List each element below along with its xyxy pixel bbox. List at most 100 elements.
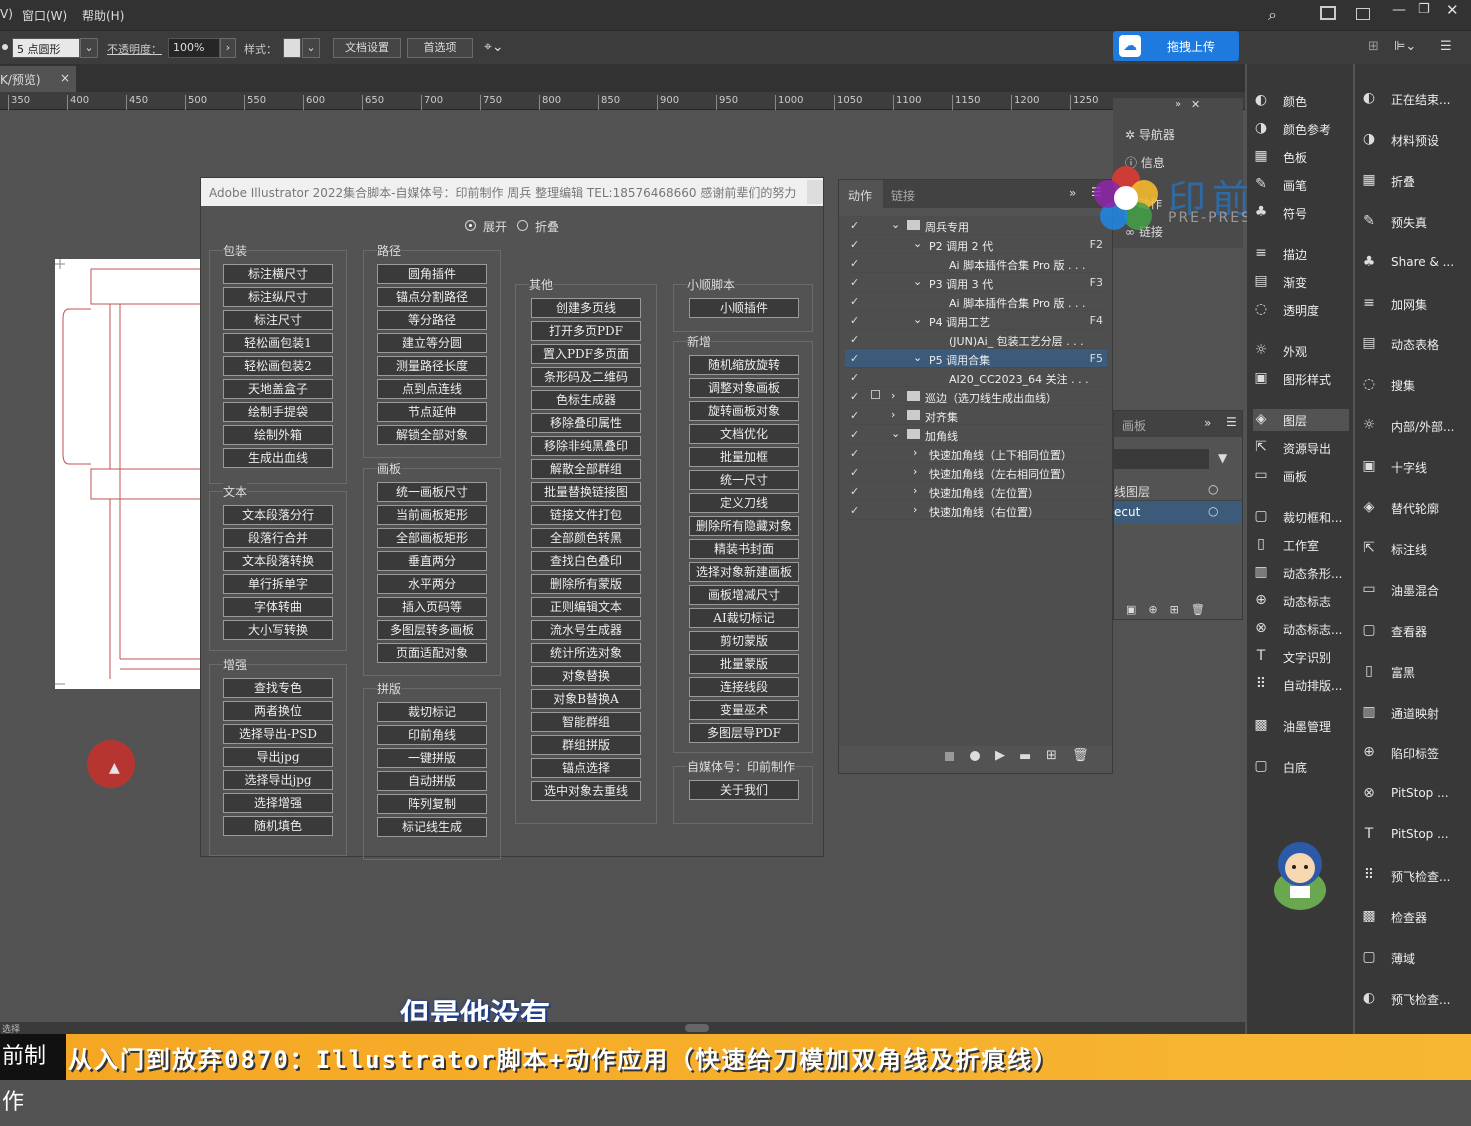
chevron-right-icon[interactable]: ›	[913, 503, 917, 516]
script-button[interactable]: 旋转画板对象	[689, 401, 799, 421]
tab-links[interactable]: 链接	[891, 187, 915, 204]
action-row[interactable]: ✓ › 快速加角线（左右相同位置）	[845, 463, 1107, 482]
script-button[interactable]: 建立等分圆	[377, 333, 487, 353]
action-row[interactable]: ✓ › 快速加角线（右位置）	[845, 501, 1107, 520]
check-icon[interactable]: ✓	[850, 276, 859, 289]
check-icon[interactable]: ✓	[850, 390, 859, 403]
check-icon[interactable]: ✓	[850, 314, 859, 327]
script-button[interactable]: 连接线段	[689, 677, 799, 697]
chevron-right-icon[interactable]: ›	[913, 465, 917, 478]
style-swatch[interactable]	[283, 38, 301, 58]
script-button[interactable]: 天地盖盒子	[223, 379, 333, 399]
script-button[interactable]: 轻松画包装2	[223, 356, 333, 376]
document-setup-button[interactable]: 文档设置	[333, 38, 401, 58]
action-row[interactable]: ✓ ⌄ 周兵专用	[845, 216, 1107, 235]
chevron-right-icon[interactable]: ›	[891, 389, 895, 402]
chevron-down-icon[interactable]: ⌄	[913, 275, 922, 288]
script-button[interactable]: 圆角插件	[377, 264, 487, 284]
new-action-icon[interactable]: ⊞	[1046, 748, 1057, 763]
script-button[interactable]: 移除叠印属性	[531, 413, 641, 433]
tab-document[interactable]: K/预览) ×	[0, 66, 76, 92]
action-row[interactable]: ✓ (JUN)Ai_ 包装工艺分层 . . .	[845, 330, 1107, 349]
script-button[interactable]: 插入页码等	[377, 597, 487, 617]
restore-icon[interactable]: ❐	[1418, 2, 1430, 17]
script-button[interactable]: 锚点分割路径	[377, 287, 487, 307]
script-button[interactable]: 大小写转换	[223, 620, 333, 640]
script-button[interactable]: 点到点连线	[377, 379, 487, 399]
mini-item-navigator[interactable]: ✲ 导航器	[1125, 126, 1175, 143]
script-button[interactable]: 节点延伸	[377, 402, 487, 422]
action-row[interactable]: ✓ Ai 脚本插件合集 Pro 版 . . .	[845, 292, 1107, 311]
chevron-down-icon[interactable]: ⌄	[913, 313, 922, 326]
transform-icon[interactable]: ⌖⌄	[484, 39, 504, 55]
script-button[interactable]: 剪切蒙版	[689, 631, 799, 651]
script-button[interactable]: 对象B替换A	[531, 689, 641, 709]
script-button[interactable]: 标记线生成	[377, 817, 487, 837]
preferences-button[interactable]: 首选项	[407, 38, 473, 58]
layer-row[interactable]: ecut ○	[1114, 501, 1242, 523]
minimize-icon[interactable]: —	[1392, 2, 1406, 18]
chevron-down-icon[interactable]: ⌄	[913, 237, 922, 250]
script-button[interactable]: 两者换位	[223, 701, 333, 721]
script-button[interactable]: 水平两分	[377, 574, 487, 594]
script-button[interactable]: 批量加框	[689, 447, 799, 467]
chevron-down-icon[interactable]: ⌄	[80, 38, 98, 58]
script-button[interactable]: 随机填色	[223, 816, 333, 836]
script-button[interactable]: 选择对象新建画板	[689, 562, 799, 582]
script-button[interactable]: 流水号生成器	[531, 620, 641, 640]
radio-fold[interactable]	[517, 220, 528, 231]
script-button[interactable]: 链接文件打包	[531, 505, 641, 525]
script-button[interactable]: 文档优化	[689, 424, 799, 444]
style-chevron-icon[interactable]: ⌄	[302, 38, 320, 58]
layers-search[interactable]	[1114, 449, 1209, 469]
script-button[interactable]: 页面适配对象	[377, 643, 487, 663]
script-button[interactable]: 创建多页线	[531, 298, 641, 318]
action-row[interactable]: ✓ › 巡边（选刀线生成出血线）	[845, 387, 1107, 406]
stop-icon[interactable]	[945, 752, 954, 761]
script-button[interactable]: 对象替换	[531, 666, 641, 686]
script-button[interactable]: 小顺插件	[689, 298, 799, 318]
chevron-down-icon[interactable]: ⌄	[913, 351, 922, 364]
script-button[interactable]: 单行拆单字	[223, 574, 333, 594]
action-row[interactable]: ✓ AI20_CC2023_64 关注 . . .	[845, 368, 1107, 387]
check-icon[interactable]: ✓	[850, 409, 859, 422]
action-row[interactable]: ✓ › 快速加角线（上下相同位置）	[845, 444, 1107, 463]
chevron-right-icon[interactable]: ›	[913, 446, 917, 459]
script-button[interactable]: 多图层导PDF	[689, 723, 799, 743]
script-button[interactable]: 全部颜色转黑	[531, 528, 641, 548]
script-button[interactable]: 打开多页PDF	[531, 321, 641, 341]
panel-item[interactable]: ◈ 图层	[1253, 409, 1349, 431]
menu-window[interactable]: 窗口(W)	[22, 7, 67, 24]
play-icon[interactable]: ▶	[995, 748, 1005, 763]
upload-button[interactable]: ☁ 拖拽上传	[1113, 31, 1239, 61]
script-button[interactable]: 全部画板矩形	[377, 528, 487, 548]
script-dialog[interactable]: Adobe Illustrator 2022集合脚本-自媒体号：印前制作 周兵 …	[200, 177, 824, 860]
check-icon[interactable]: ✓	[850, 428, 859, 441]
script-button[interactable]: 定义刀线	[689, 493, 799, 513]
action-row[interactable]: ✓ ⌄ P3 调用 3 代 F3	[845, 273, 1107, 292]
script-button[interactable]: 生成出血线	[223, 448, 333, 468]
layer-row[interactable]: 线图层 ○	[1114, 479, 1242, 501]
check-icon[interactable]: ✓	[850, 371, 859, 384]
check-icon[interactable]: ✓	[850, 257, 859, 270]
script-button[interactable]: 文本段落转换	[223, 551, 333, 571]
script-button[interactable]: 绘制手提袋	[223, 402, 333, 422]
panel-menu-icon[interactable]: ☰	[1226, 415, 1237, 429]
script-button[interactable]: 调整对象画板	[689, 378, 799, 398]
action-row[interactable]: ✓ › 快速加角线（左位置）	[845, 482, 1107, 501]
script-button[interactable]: 统计所选对象	[531, 643, 641, 663]
panel-collapse-icon[interactable]: »	[1204, 416, 1211, 430]
menu-help[interactable]: 帮助(H)	[82, 7, 124, 24]
script-button[interactable]: 画板增减尺寸	[689, 585, 799, 605]
menu-view[interactable]: V)	[0, 7, 13, 21]
script-button[interactable]: 群组拼版	[531, 735, 641, 755]
script-button[interactable]: 查找白色叠印	[531, 551, 641, 571]
script-button[interactable]: 批量替换链接图	[531, 482, 641, 502]
chevron-right-icon[interactable]: ›	[891, 408, 895, 421]
stroke-profile-select[interactable]: 5 点圆形	[12, 38, 80, 58]
target-icon[interactable]: ○	[1208, 504, 1218, 518]
check-icon[interactable]: ✓	[850, 504, 859, 517]
script-button[interactable]: 条形码及二维码	[531, 367, 641, 387]
opacity-input[interactable]: 100%	[168, 38, 220, 58]
check-icon[interactable]: ✓	[850, 238, 859, 251]
